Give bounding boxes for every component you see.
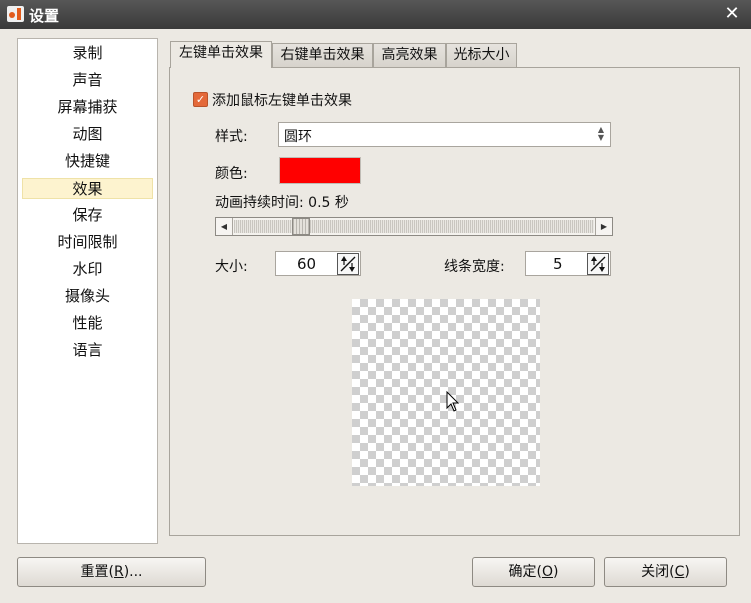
effect-preview xyxy=(352,299,540,486)
tab-right-click-effect[interactable]: 右键单击效果 xyxy=(272,43,373,67)
sidebar-item-time-limit[interactable]: 时间限制 xyxy=(22,232,153,253)
slider-track[interactable] xyxy=(234,220,594,233)
size-label: 大小: xyxy=(215,259,248,275)
sidebar-item-save[interactable]: 保存 xyxy=(22,205,153,226)
enable-click-effect-checkbox[interactable]: ✓ xyxy=(193,92,208,107)
tab-cursor-size[interactable]: 光标大小 xyxy=(446,43,517,67)
updown-arrows-icon: ▲ ▼ xyxy=(597,125,604,142)
tab-highlight-effect[interactable]: 高亮效果 xyxy=(373,43,446,67)
style-select[interactable]: 圆环 ▲ ▼ xyxy=(278,122,611,147)
enable-click-effect-label: 添加鼠标左键单击效果 xyxy=(212,93,352,109)
sidebar-item-language[interactable]: 语言 xyxy=(22,340,153,361)
tab-left-click-effect[interactable]: 左键单击效果 xyxy=(170,41,272,68)
settings-sidebar: 录制 声音 屏幕捕获 动图 快捷键 效果 保存 时间限制 水印 摄像头 性能 语… xyxy=(17,38,158,544)
line-width-label: 线条宽度: xyxy=(444,259,505,275)
sidebar-item-record[interactable]: 录制 xyxy=(22,43,153,64)
sidebar-item-watermark[interactable]: 水印 xyxy=(22,259,153,280)
sidebar-item-performance[interactable]: 性能 xyxy=(22,313,153,334)
size-value: 60 xyxy=(297,255,317,273)
close-icon[interactable]: ✕ xyxy=(721,3,743,25)
size-spinbox[interactable]: 60 xyxy=(275,251,361,276)
slider-left-arrow-icon[interactable]: ◀ xyxy=(216,218,233,235)
sidebar-item-effects[interactable]: 效果 xyxy=(22,178,153,199)
sidebar-item-screen-capture[interactable]: 屏幕捕获 xyxy=(22,97,153,118)
slider-right-arrow-icon[interactable]: ▶ xyxy=(595,218,612,235)
recorder-app-icon xyxy=(7,6,24,22)
line-width-value: 5 xyxy=(553,255,563,273)
window-title: 设置 xyxy=(29,7,60,25)
settings-window: 设置 ✕ 录制 声音 屏幕捕获 动图 快捷键 效果 保存 时间限制 水印 摄像头… xyxy=(0,0,751,603)
title-bar: 设置 ✕ xyxy=(0,0,751,29)
line-width-spinbox[interactable]: 5 xyxy=(525,251,611,276)
duration-slider[interactable]: ◀ ▶ xyxy=(215,217,613,236)
sidebar-item-camera[interactable]: 摄像头 xyxy=(22,286,153,307)
duration-label: 动画持续时间: 0.5 秒 xyxy=(215,195,349,211)
style-select-value: 圆环 xyxy=(284,129,312,145)
line-width-stepper-icon[interactable] xyxy=(587,253,609,275)
mouse-pointer-icon xyxy=(446,391,460,412)
slider-thumb[interactable] xyxy=(292,218,311,235)
color-swatch[interactable] xyxy=(279,157,361,184)
close-button[interactable]: 关闭(C) xyxy=(604,557,727,587)
sidebar-item-gif[interactable]: 动图 xyxy=(22,124,153,145)
ok-button[interactable]: 确定(O) xyxy=(472,557,595,587)
color-label: 颜色: xyxy=(215,166,248,182)
sidebar-item-hotkeys[interactable]: 快捷键 xyxy=(22,151,153,172)
style-label: 样式: xyxy=(215,129,248,145)
size-stepper-icon[interactable] xyxy=(337,253,359,275)
reset-button[interactable]: 重置(R)... xyxy=(17,557,206,587)
sidebar-item-sound[interactable]: 声音 xyxy=(22,70,153,91)
